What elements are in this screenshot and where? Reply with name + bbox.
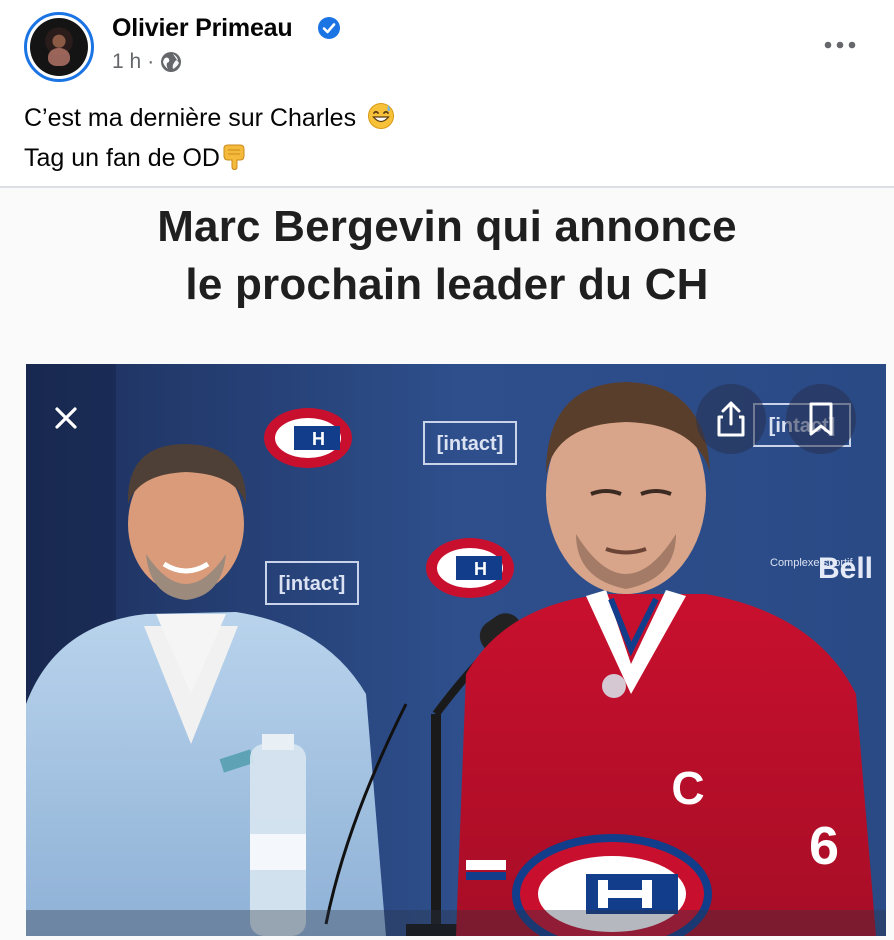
press-conference-photo: H H [intact] [intact] [intact] Complex	[26, 364, 886, 936]
grinning-sweat-emoji-icon	[367, 102, 395, 140]
post-header: Olivier Primeau 1 h ·	[0, 0, 894, 90]
globe-icon[interactable]	[160, 51, 182, 73]
svg-text:Bell: Bell	[818, 552, 873, 585]
svg-text:C: C	[671, 762, 704, 814]
author-name[interactable]: Olivier Primeau	[112, 14, 293, 43]
meme-caption: Marc Bergevin qui annonce le prochain le…	[0, 198, 894, 314]
svg-text:H: H	[312, 429, 325, 449]
backdrop-logo: H	[264, 408, 352, 468]
post-time[interactable]: 1 h	[112, 50, 141, 74]
close-icon[interactable]	[38, 390, 94, 446]
svg-text:[intact]: [intact]	[437, 433, 504, 455]
post-text: C’est ma dernière sur Charles Tag un fan…	[24, 100, 395, 180]
more-options-icon[interactable]	[822, 38, 858, 52]
svg-text:H: H	[474, 559, 487, 579]
avatar-image	[30, 18, 88, 76]
post-text-line2: Tag un fan de OD	[24, 144, 220, 172]
svg-text:[intact]: [intact]	[279, 573, 346, 595]
svg-text:6: 6	[809, 816, 839, 876]
verified-badge-icon	[318, 17, 340, 39]
meta-separator: ·	[147, 50, 155, 73]
pointing-down-emoji-icon	[220, 142, 248, 180]
share-icon[interactable]	[696, 384, 766, 454]
meme-caption-line1: Marc Bergevin qui annonce	[157, 202, 737, 251]
bookmark-icon[interactable]	[786, 384, 856, 454]
meme-caption-line2: le prochain leader du CH	[185, 260, 709, 309]
post-meta: 1 h ·	[112, 50, 182, 74]
post-text-line1: C’est ma dernière sur Charles	[24, 104, 357, 132]
avatar[interactable]	[24, 12, 94, 82]
post-image[interactable]: Marc Bergevin qui annonce le prochain le…	[0, 188, 894, 940]
